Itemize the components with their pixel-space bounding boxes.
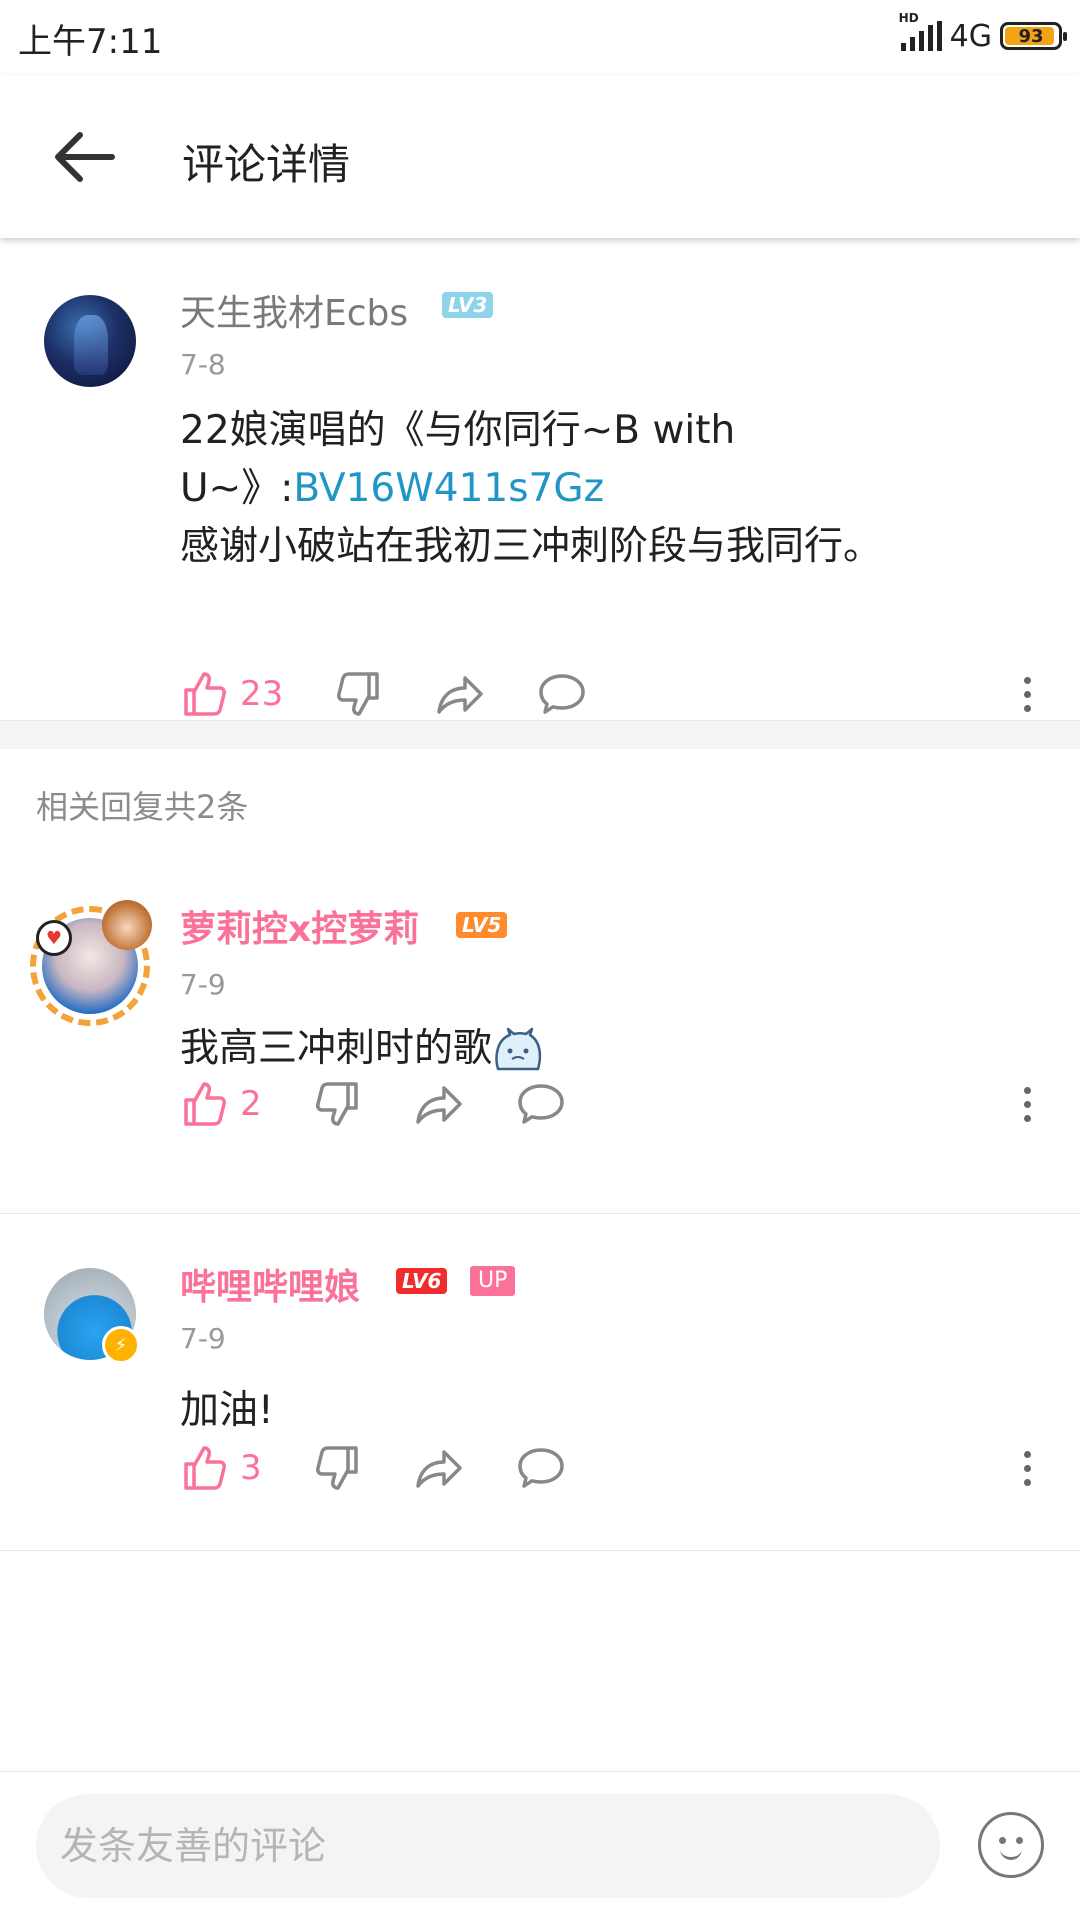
reply-button[interactable] [516,1444,566,1492]
dislike-button[interactable] [314,1080,362,1128]
hd-label: HD [898,11,919,25]
thumbs-up-icon [184,1082,226,1126]
comment-input-bar [0,1771,1080,1921]
dislike-button[interactable] [335,670,383,718]
status-icons: HD 4G 93 [899,11,1067,58]
more-dot-icon [1023,1450,1031,1458]
reply-username[interactable]: 萝莉控x控萝莉 [180,900,419,952]
comment-input[interactable] [36,1794,940,1898]
status-bar: 上午7:11 HD 4G 93 [0,0,1080,75]
video-link[interactable]: BV16W411s7Gz [293,466,604,511]
chat-bubble-icon [517,1084,564,1124]
page-title: 评论详情 [182,140,351,189]
smiley-icon [1000,1845,1022,1860]
like-count: 2 [240,1084,262,1124]
status-time: 上午7:11 [18,22,163,62]
reply-content: 我高三冲刺时的歌 [180,1020,544,1078]
chat-bubble-icon [539,674,586,714]
comment-date: 7-8 [180,348,226,381]
comment-line-2-prefix: U~》: [180,466,294,511]
share-button[interactable] [414,1080,464,1128]
network-type: 4G [949,18,992,54]
up-tag: UP [470,1266,516,1296]
reply-date: 7-9 [180,968,226,1001]
share-icon [415,1450,462,1488]
level-badge: LV5 [456,912,508,938]
signal-icon: HD [899,11,942,51]
lightning-icon: ⚡ [102,1326,140,1364]
reply-button[interactable] [516,1080,566,1128]
avatar[interactable]: ♥ [30,900,152,1026]
level-badge: LV3 [442,292,494,318]
thumbs-down-icon [315,1082,358,1126]
reply-content: 加油! [180,1388,274,1433]
thumbs-down-icon [315,1446,358,1490]
reply-date: 7-9 [180,1322,226,1355]
comment-actions: 23 [180,666,587,722]
like-button[interactable]: 2 [180,1080,262,1128]
comment-content: 22娘演唱的《与你同行~B with U~》:BV16W411s7Gz 感谢小破… [180,402,1040,576]
more-dot-icon [1023,676,1031,684]
heart-icon: ♥ [36,920,72,956]
comment-line-3: 感谢小破站在我初三冲刺阶段与我同行。 [180,524,883,569]
replies-header: 相关回复共2条 [36,788,249,826]
reply-button[interactable] [537,670,587,718]
share-icon [437,676,484,714]
battery-icon: 93 [1000,22,1067,50]
comment-line-2: U~》:BV16W411s7Gz [180,460,1040,518]
comment-username[interactable]: 天生我材Ecbs [180,284,408,336]
chat-bubble-icon [517,1448,564,1488]
level-badge: LV6 [396,1268,448,1294]
avatar[interactable] [44,295,136,387]
reply-item: ♥ 萝莉控x控萝莉 LV5 7-9 我高三冲刺时的歌 2 [0,870,1080,1214]
section-divider [0,720,1080,749]
main-comment: 天生我材Ecbs LV3 7-8 22娘演唱的《与你同行~B with U~》:… [0,240,1080,720]
reply-actions: 3 [180,1440,566,1496]
reply-username[interactable]: 哔哩哔哩娘 [180,1258,360,1310]
comment-line-1: 22娘演唱的《与你同行~B with [180,408,736,453]
share-button[interactable] [435,670,485,718]
like-button[interactable]: 3 [180,1444,262,1492]
dislike-button[interactable] [314,1444,362,1492]
emoji-button[interactable] [978,1812,1044,1878]
like-button[interactable]: 23 [180,670,283,718]
share-icon [415,1086,462,1124]
avatar-pendant [102,900,152,950]
back-arrow-icon [55,132,115,182]
thumbs-up-icon [184,672,226,716]
back-button[interactable] [50,125,120,189]
battery-level: 93 [1018,25,1044,47]
share-button[interactable] [414,1444,464,1492]
more-dot-icon [1023,1086,1031,1094]
reply-item: ⚡ 哔哩哔哩娘 LV6 UP 7-9 加油! 3 [0,1214,1080,1551]
more-options-button[interactable] [1012,1076,1042,1132]
more-options-button[interactable] [1012,666,1042,722]
like-count: 3 [240,1448,262,1488]
avatar[interactable]: ⚡ [44,1268,140,1364]
app-bar: 评论详情 [0,75,1080,238]
reply-actions: 2 [180,1076,566,1132]
more-options-button[interactable] [1012,1440,1042,1496]
reply-text: 我高三冲刺时的歌 [180,1026,493,1071]
sticker-emoji-icon [495,1027,542,1070]
thumbs-up-icon [184,1446,226,1490]
thumbs-down-icon [337,672,380,716]
like-count: 23 [240,674,284,714]
